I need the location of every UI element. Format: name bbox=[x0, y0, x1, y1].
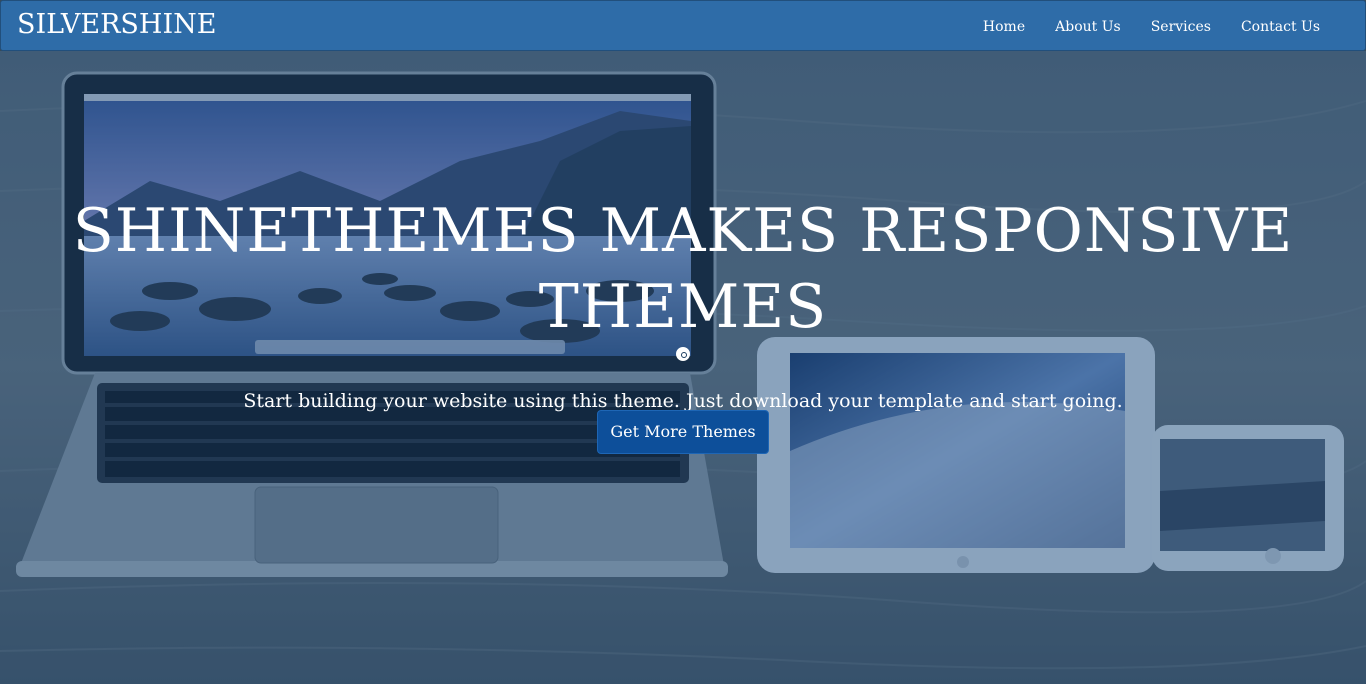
hero-overlay bbox=[0, 51, 1366, 684]
navbar: SILVERSHINE Home About Us Services Conta… bbox=[0, 0, 1366, 51]
hero-headline-line-1: SHINETHEMES MAKES RESPONSIVE bbox=[72, 196, 1294, 266]
hero-section: SHINETHEMES MAKES RESPONSIVE THEMES Star… bbox=[0, 51, 1366, 684]
nav-contact-us[interactable]: Contact Us bbox=[1226, 19, 1335, 35]
nav-services[interactable]: Services bbox=[1136, 19, 1226, 35]
nav-home[interactable]: Home bbox=[968, 19, 1040, 35]
hero-subtitle: Start building your website using this t… bbox=[243, 390, 1123, 412]
hero-headline: SHINETHEMES MAKES RESPONSIVE THEMES bbox=[0, 193, 1366, 345]
brand-logo[interactable]: SILVERSHINE bbox=[17, 8, 216, 42]
nav-about-us[interactable]: About Us bbox=[1040, 19, 1136, 35]
get-more-themes-button[interactable]: Get More Themes bbox=[597, 410, 769, 454]
hero-headline-line-2: THEMES bbox=[538, 272, 828, 342]
scroll-indicator-icon[interactable] bbox=[676, 347, 690, 361]
main-nav: Home About Us Services Contact Us bbox=[968, 1, 1335, 52]
